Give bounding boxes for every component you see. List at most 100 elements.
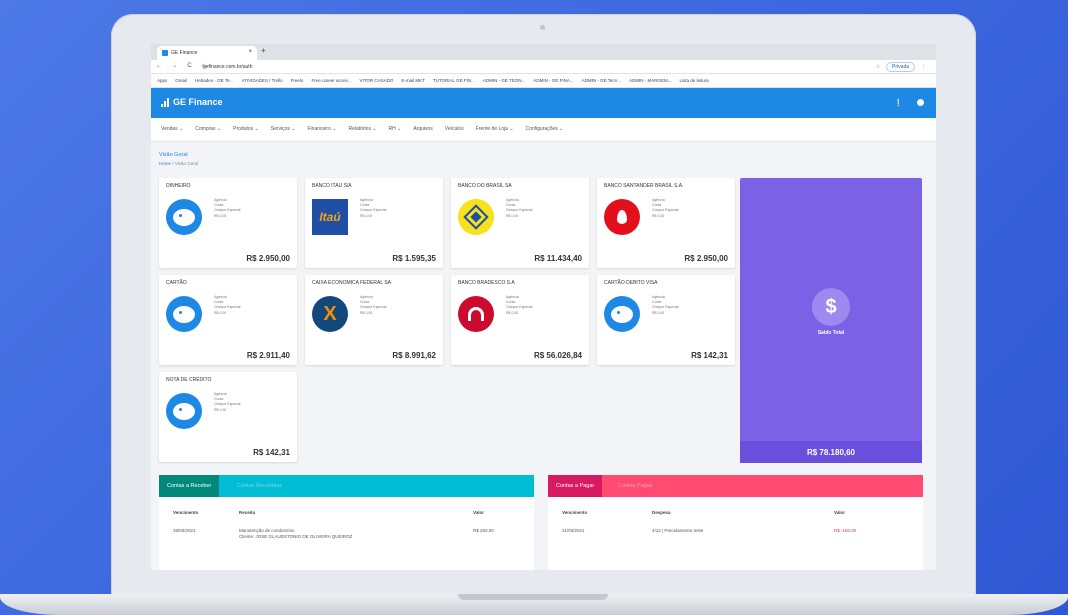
- account-details: Agência Conta Cheque Especial R$ 0,00: [506, 295, 532, 316]
- browser-tab[interactable]: GE Finance ×: [157, 46, 257, 60]
- account-detail-line: R$ 0,00: [652, 310, 665, 315]
- menu-item[interactable]: RH ⌄: [389, 126, 402, 141]
- account-name: BANCO DO BRASIL SA: [458, 183, 512, 189]
- account-name: BANCO ITAU S/A: [312, 183, 352, 189]
- santander-logo: [604, 199, 640, 235]
- bell-icon[interactable]: ❕: [894, 99, 903, 107]
- new-tab-button[interactable]: +: [261, 46, 266, 55]
- private-badge[interactable]: Privada: [886, 62, 915, 72]
- bookmark-item[interactable]: ADMIN - GE FINA...: [533, 78, 573, 87]
- account-card[interactable]: CAIXA ECONOMICA FEDERAL SA X Agência Conta C…: [305, 275, 443, 365]
- piggy-bank-icon: [166, 393, 202, 429]
- account-detail-line: Cheque Especial: [652, 208, 679, 213]
- menu-item[interactable]: Vendas ⌄: [161, 126, 183, 141]
- account-details: Agência Conta Cheque Especial R$ 0,00: [652, 295, 678, 316]
- screen: GE Finance × + ← → C ⌂ gefinance.com.br/…: [151, 44, 936, 570]
- menu-item[interactable]: Arquivos: [413, 126, 432, 141]
- account-card[interactable]: BANCO ITAU S/A Itaú Agência Conta Cheque Esp…: [305, 178, 443, 268]
- account-card[interactable]: BANCO SANTANDER BRASIL S.A. Agência Conta C…: [597, 178, 735, 268]
- menu-dots-icon[interactable]: ⋮: [921, 64, 926, 70]
- caixa-logo: X: [312, 296, 348, 332]
- address-bar: ← → C ⌂ gefinance.com.br/auth ☆ Privada …: [151, 60, 936, 74]
- bookmark-item[interactable]: Apps: [157, 78, 167, 87]
- nav-buttons[interactable]: ← → C ⌂: [156, 63, 209, 69]
- account-details: Agência Conta Cheque Especial R$ 0,00: [360, 295, 386, 316]
- bookmark-item[interactable]: Free career acces...: [311, 78, 351, 87]
- menu-item[interactable]: Veículos: [445, 126, 464, 141]
- account-detail-line: Cheque Especial: [360, 305, 387, 310]
- account-details: Agência Conta Cheque Especial R$ 0,00: [360, 198, 386, 219]
- row-desc: 4/12 | Parcelamento teste: [652, 528, 704, 533]
- account-balance: R$ 2.911,40: [246, 351, 290, 360]
- menu-item[interactable]: Configurações ⌄: [526, 126, 564, 141]
- piggy-shape: [173, 208, 195, 226]
- brand-name: GE Finance: [173, 97, 223, 107]
- bookmarks-bar: Apps Gmail Hebadeo - GE Te... ATIVIDADES / …: [151, 74, 936, 88]
- star-icon[interactable]: ☆: [876, 64, 880, 70]
- account-detail-line: Cheque Especial: [214, 305, 241, 310]
- account-balance: R$ 142,31: [253, 448, 290, 457]
- itau-logo: Itaú: [312, 199, 348, 235]
- tab-paid[interactable]: Contas Pagas: [610, 475, 661, 497]
- account-card[interactable]: BANCO BRADESCO S.A Agência Conta Cheque Esp…: [451, 275, 589, 365]
- account-card[interactable]: Nota de Crédito Agência Conta Cheque Especi…: [159, 372, 297, 462]
- menu-item[interactable]: Relatórios ⌄: [348, 126, 376, 141]
- menu-item[interactable]: Frente de Loja ⌄: [476, 126, 514, 141]
- account-name: Nota de Crédito: [166, 377, 212, 383]
- breadcrumb-home[interactable]: Home: [159, 161, 171, 166]
- bookmark-item[interactable]: E-mail MKT: [401, 78, 425, 87]
- breadcrumb: Home / Visão Geral: [159, 161, 198, 166]
- main-content: Visão Geral Home / Visão Geral DINHEIRO A…: [151, 142, 936, 570]
- menu-item[interactable]: Serviços ⌄: [271, 126, 296, 141]
- tab-title: GE Finance: [171, 50, 198, 56]
- col-value: Valor: [834, 510, 846, 515]
- dollar-icon: $: [812, 288, 850, 326]
- account-name: BANCO SANTANDER BRASIL S.A.: [604, 183, 684, 189]
- banco-do-brasil-logo: [458, 199, 494, 235]
- row-desc: Manutenção de condomínio: [239, 528, 295, 533]
- bookmark-item[interactable]: ADMIN - GE Tecn...: [582, 78, 621, 87]
- account-details: Agência Conta Cheque Especial R$ 0,00: [214, 198, 240, 219]
- bookmark-item[interactable]: Lista de leitura: [680, 78, 709, 87]
- bookmark-item[interactable]: VITOR CASADO: [359, 78, 393, 87]
- account-detail-line: R$ 0,00: [360, 310, 373, 315]
- receivables-panel: Contas a Receber Contas Recebidas Vencim…: [159, 475, 534, 570]
- user-icon[interactable]: [917, 99, 924, 106]
- url-input[interactable]: gefinance.com.br/auth: [203, 64, 252, 70]
- account-card[interactable]: DINHEIRO Agência Conta Cheque Especial R$ 0,…: [159, 178, 297, 268]
- bookmark-item[interactable]: Freelo: [291, 78, 304, 87]
- tab-payables[interactable]: Contas a Pagar: [548, 475, 603, 497]
- bradesco-mark: [468, 307, 484, 321]
- camera: [540, 25, 545, 30]
- bb-mark: [463, 204, 489, 230]
- bookmark-item[interactable]: Hebadeo - GE Te...: [195, 78, 233, 87]
- account-card[interactable]: CARTÃO DEBITO VISA Agência Conta Cheque Esp…: [597, 275, 735, 365]
- receivables-tabs: Contas a Receber Contas Recebidas: [159, 475, 534, 497]
- menu-item[interactable]: Produtos ⌄: [233, 126, 259, 141]
- close-tab-icon[interactable]: ×: [248, 49, 252, 55]
- bookmark-item[interactable]: ADMIN - MARGEM...: [629, 78, 672, 87]
- brand[interactable]: GE Finance: [161, 97, 223, 107]
- account-card[interactable]: CARTÃO Agência Conta Cheque Especial R$ 0,00…: [159, 275, 297, 365]
- bookmark-item[interactable]: ADMIN - GE TEON...: [483, 78, 525, 87]
- laptop-base: [0, 594, 1068, 615]
- bookmark-item[interactable]: TUTORIAL GE FIN...: [433, 78, 475, 87]
- tab-receivables[interactable]: Contas a Receber: [159, 475, 220, 497]
- account-details: Agência Conta Cheque Especial R$ 0,00: [506, 198, 532, 219]
- row-value: R$ -150,00: [834, 528, 857, 533]
- account-detail-line: R$ 0,00: [506, 213, 519, 218]
- total-balance-card[interactable]: $ Saldo Total R$ 78.180,60: [740, 178, 922, 463]
- account-card[interactable]: BANCO DO BRASIL SA Agência Conta Cheque Esp…: [451, 178, 589, 268]
- account-name: CAIXA ECONOMICA FEDERAL SA: [312, 280, 392, 286]
- menu-item[interactable]: Compras ⌄: [195, 126, 221, 141]
- tab-received[interactable]: Contas Recebidas: [229, 475, 290, 497]
- bookmark-item[interactable]: Gmail: [175, 78, 187, 87]
- row-value: R$ 250,00: [473, 528, 494, 533]
- menu-item[interactable]: Financeiro ⌄: [308, 126, 337, 141]
- account-detail-line: Cheque Especial: [214, 402, 241, 407]
- piggy-bank-icon: [166, 296, 202, 332]
- bookmark-item[interactable]: ATIVIDADES / Trello: [241, 78, 282, 87]
- piggy-bank-icon: [166, 199, 202, 235]
- caixa-logo-text: X: [323, 302, 337, 325]
- laptop-notch: [458, 594, 608, 600]
